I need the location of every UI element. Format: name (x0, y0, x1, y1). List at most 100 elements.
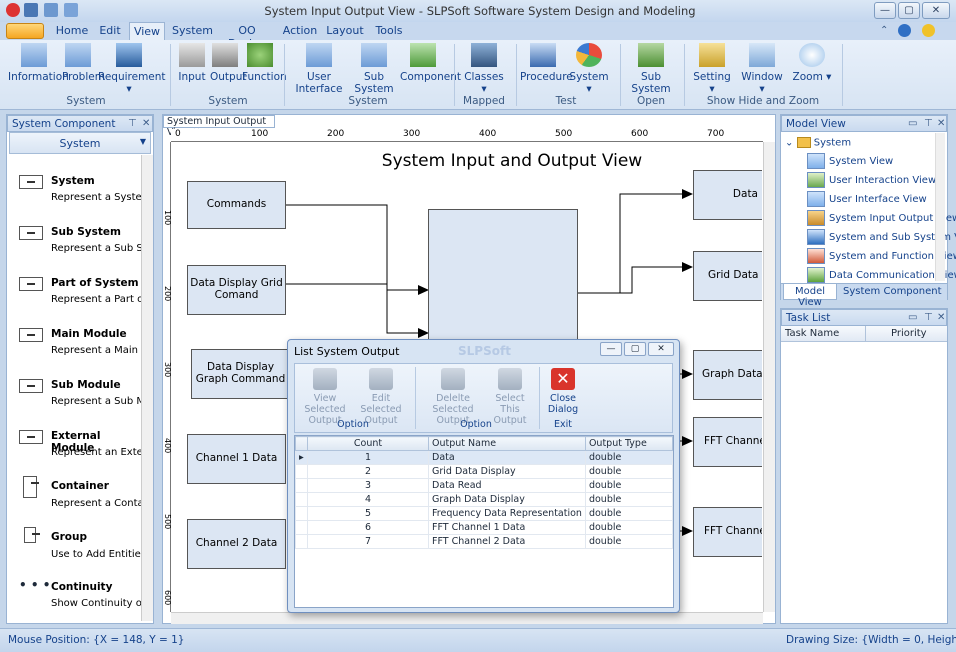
component-continuity[interactable]: • • •Continuity Show Continuity of Entity (15, 578, 147, 615)
count-cell[interactable]: 7 (307, 534, 429, 549)
tree-item-system-and-sub-system-view[interactable]: System and Sub System V... (807, 229, 956, 245)
table-row[interactable]: ▸ 1 Data double (295, 450, 674, 465)
dialog-minimize-button[interactable]: — (600, 342, 622, 356)
tab-system-component[interactable]: System Component (843, 286, 942, 297)
component-sub-system[interactable]: Sub System Represent a Sub System (15, 226, 147, 260)
information-button[interactable]: Information (8, 43, 69, 83)
tree-item-user-interface-view[interactable]: User Interface View (807, 191, 927, 207)
output-node[interactable]: Graph Data D (693, 350, 762, 400)
tree-item-system-and-function-view[interactable]: System and Function View (807, 248, 956, 264)
count-cell[interactable]: 1 (307, 450, 429, 465)
edit-selected-output-button[interactable]: Edit Selected Output (355, 368, 407, 426)
document-tab[interactable]: System Input Output View ✕ (163, 115, 275, 138)
delete-selected-output-button[interactable]: Delelte Selected Output (421, 368, 485, 426)
sub-system-button[interactable]: Sub System (350, 43, 398, 95)
component-part-of-system[interactable]: Part of System Represent a Part of System (15, 277, 147, 311)
close-window-button[interactable]: ✕ (922, 2, 950, 19)
tree-root[interactable]: ⌄ System (785, 137, 851, 149)
output-node[interactable]: Grid Data Di (693, 251, 762, 301)
output-type-cell[interactable]: double (584, 478, 674, 493)
component-system[interactable]: System Represent a System (15, 175, 147, 209)
pin-icon[interactable]: ⊤ (128, 118, 137, 129)
component-main-module[interactable]: Main Module Represent a Main Module (15, 328, 147, 362)
output-type-cell[interactable]: double (584, 450, 674, 465)
app-logo-icon[interactable] (6, 3, 20, 17)
component-group[interactable]: Group Use to Add Entities (15, 527, 146, 565)
tab-tools[interactable]: Tools (372, 22, 406, 40)
tree-item-system-view[interactable]: System View (807, 153, 893, 169)
maximize-button[interactable]: ▢ (898, 2, 920, 19)
test-system-button[interactable]: System ▾ (568, 43, 610, 95)
count-cell[interactable]: 3 (307, 478, 429, 493)
left-panel-scrollbar[interactable] (141, 155, 153, 621)
output-name-cell[interactable]: Grid Data Display (428, 464, 586, 479)
output-node[interactable]: Data (693, 170, 762, 220)
vertical-scrollbar[interactable] (763, 142, 775, 612)
procedure-button[interactable]: Procedure (520, 43, 573, 83)
tab-model-view[interactable]: Model View (783, 284, 837, 308)
table-row[interactable]: 6 FFT Channel 1 Data double (295, 520, 674, 535)
output-type-cell[interactable]: double (584, 492, 674, 507)
dialog-close-button[interactable]: ✕ (648, 342, 674, 356)
output-button[interactable]: Output (210, 43, 246, 83)
close-icon[interactable]: ✕ (937, 118, 945, 129)
output-name-cell[interactable]: FFT Channel 1 Data (428, 520, 586, 535)
tree-item-user-interaction-view[interactable]: User Interaction View (807, 172, 936, 188)
table-row[interactable]: 2 Grid Data Display double (295, 464, 674, 479)
count-cell[interactable]: 6 (307, 520, 429, 535)
window-button[interactable]: Window ▾ (740, 43, 784, 95)
output-name-cell[interactable]: Graph Data Display (428, 492, 586, 507)
pin-icon[interactable]: ⊤ (924, 118, 933, 129)
help-icon[interactable] (898, 24, 911, 37)
setting-button[interactable]: Setting ▾ (690, 43, 734, 95)
output-name-column-header[interactable]: Output Name (428, 436, 586, 451)
tab-layout[interactable]: Layout (326, 22, 364, 40)
output-name-cell[interactable]: Frequency Data Representation (428, 506, 586, 521)
count-column-header[interactable]: Count (307, 436, 429, 451)
table-row[interactable]: 4 Graph Data Display double (295, 492, 674, 507)
output-node[interactable]: FFT Channel (693, 507, 762, 557)
count-cell[interactable]: 2 (307, 464, 429, 479)
maximize-icon[interactable]: ▭ (908, 118, 917, 129)
tab-system[interactable]: System (172, 22, 213, 40)
output-type-cell[interactable]: double (584, 506, 674, 521)
expand-icon[interactable]: ⌄ (785, 138, 793, 149)
output-name-cell[interactable]: FFT Channel 2 Data (428, 534, 586, 549)
classes-button[interactable]: Classes ▾ (462, 43, 506, 95)
application-menu-button[interactable] (6, 23, 44, 39)
tab-home[interactable]: Home (54, 22, 90, 40)
theme-icon[interactable] (922, 24, 935, 37)
dialog-maximize-button[interactable]: ▢ (624, 342, 646, 356)
user-interface-button[interactable]: User Interface (290, 43, 348, 95)
input-node[interactable]: Commands (187, 181, 286, 229)
component-container[interactable]: Container Represent a Container (15, 476, 147, 514)
input-node[interactable]: Channel 2 Data (187, 519, 286, 569)
component-external-module[interactable]: External ModuleRepresent an External Mod… (15, 430, 147, 464)
priority-column[interactable]: Priority (891, 328, 927, 339)
zoom-button[interactable]: Zoom ▾ (790, 43, 834, 83)
tree-scrollbar[interactable] (935, 133, 945, 281)
output-type-cell[interactable]: double (584, 464, 674, 479)
open-icon[interactable] (44, 3, 58, 17)
horizontal-scrollbar[interactable] (171, 612, 763, 624)
tab-action[interactable]: Action (282, 22, 318, 40)
tree-item-system-input-output-view[interactable]: System Input Output View (807, 210, 956, 226)
maximize-icon[interactable]: ▭ (908, 312, 917, 323)
input-node[interactable]: Data Display Grid Comand (187, 265, 286, 315)
component-button[interactable]: Component (400, 43, 461, 83)
table-row[interactable]: 5 Frequency Data Representation double (295, 506, 674, 521)
ribbon-collapse-icon[interactable]: ⌃ (880, 25, 892, 37)
component-sub-module[interactable]: Sub Module Represent a Sub Module (15, 379, 147, 413)
minimize-button[interactable]: — (874, 2, 896, 19)
input-button[interactable]: Input (178, 43, 206, 83)
input-node[interactable]: Channel 1 Data (187, 434, 286, 484)
output-name-cell[interactable]: Data (428, 450, 586, 465)
task-name-column[interactable]: Task Name (785, 328, 839, 339)
tab-view[interactable]: View (129, 22, 165, 40)
open-sub-system-button[interactable]: Sub System (626, 43, 676, 95)
close-dialog-button[interactable]: ✕ Close Dialog (545, 368, 581, 415)
function-button[interactable]: Function (242, 43, 287, 83)
tree-item-data-communication-view[interactable]: Data Communication View (807, 267, 956, 283)
view-selected-output-button[interactable]: View Selected Output (299, 368, 351, 426)
requirement-button[interactable]: Requirement ▾ (98, 43, 166, 95)
